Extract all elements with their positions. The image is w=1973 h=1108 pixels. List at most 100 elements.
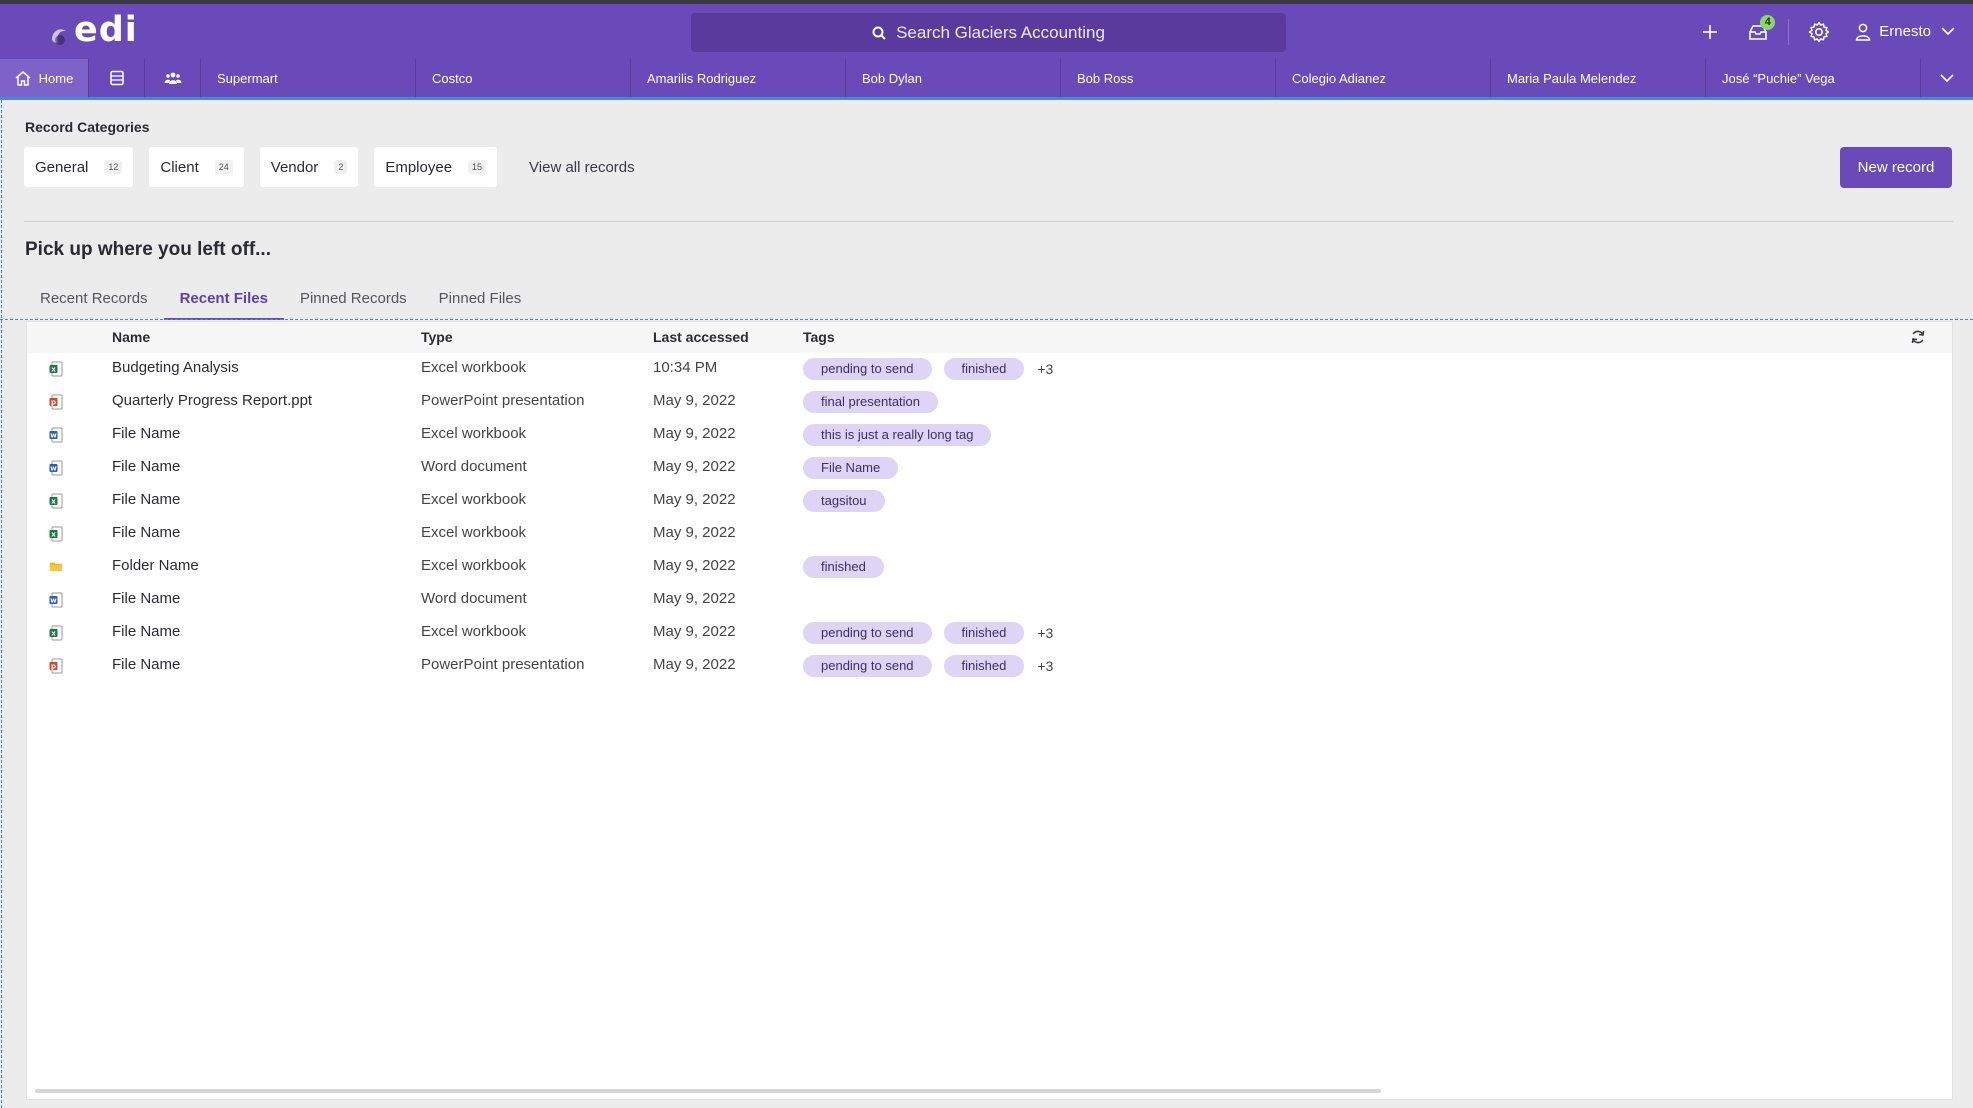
file-name[interactable]: File Name (112, 623, 180, 640)
last-accessed: May 9, 2022 (653, 524, 736, 541)
table-row[interactable]: x Budgeting Analysis Excel workbook 10:34 P… (27, 353, 1952, 386)
table-row[interactable]: p Quarterly Progress Report.ppt PowerPoint… (27, 386, 1952, 419)
tag-pill[interactable]: File Name (803, 457, 899, 479)
column-header-tags[interactable]: Tags (803, 329, 835, 345)
more-tags-count[interactable]: +3 (1037, 361, 1053, 377)
app-logo[interactable]: edi (48, 13, 138, 48)
nav-home-tab[interactable]: Home (0, 59, 88, 97)
nav-bar: Home Supermart Costco Amarilis Rodriguez… (0, 59, 1973, 100)
category-employee[interactable]: Employee 15 (374, 147, 498, 187)
file-type: Excel workbook (421, 425, 527, 442)
nav-more-button[interactable] (1920, 59, 1973, 97)
view-all-records-link[interactable]: View all records (529, 159, 635, 176)
tab-recent-records[interactable]: Recent Records (24, 285, 164, 320)
search-icon (872, 26, 886, 40)
record-tab-maria-paula-melendez[interactable]: Maria Paula Melendez (1490, 59, 1705, 97)
user-icon (1856, 23, 1871, 41)
record-tab-costco[interactable]: Costco (415, 59, 630, 97)
nav-records-tab[interactable] (88, 59, 144, 97)
file-type: PowerPoint presentation (421, 656, 585, 673)
new-record-button[interactable]: New record (1840, 147, 1952, 188)
recent-files-panel: Name Type Last accessed Tags x Budgeting … (26, 321, 1953, 1100)
file-name[interactable]: File Name (112, 458, 180, 475)
table-row[interactable]: Folder Name Excel workbook May 9, 2022 fini… (27, 551, 1952, 584)
word-file-icon: w (49, 592, 63, 608)
file-tags: pending to send finished +3 (803, 358, 1053, 380)
home-icon (15, 70, 31, 86)
file-name[interactable]: Quarterly Progress Report.ppt (112, 392, 312, 409)
file-tags: final presentation (803, 391, 950, 413)
tag-pill[interactable]: pending to send (803, 358, 932, 380)
tag-pill[interactable]: this is just a really long tag (803, 424, 992, 446)
excel-file-icon: x (49, 493, 63, 509)
record-tab-amarilis-rodriguez[interactable]: Amarilis Rodriguez (630, 59, 845, 97)
last-accessed: May 9, 2022 (653, 557, 736, 574)
category-label: General (35, 158, 89, 176)
file-name[interactable]: Folder Name (112, 557, 199, 574)
table-row[interactable]: w File Name Word document May 9, 2022 (27, 584, 1952, 617)
tag-pill[interactable]: finished (943, 358, 1025, 380)
category-vendor[interactable]: Vendor 2 (259, 147, 359, 187)
tab-pinned-records[interactable]: Pinned Records (284, 285, 423, 320)
word-file-icon: w (49, 427, 63, 443)
file-tags: this is just a really long tag (803, 424, 1003, 446)
category-label: Employee (385, 158, 453, 176)
record-tab-colegio-adianez[interactable]: Colegio Adianez (1275, 59, 1490, 97)
svg-text:p: p (51, 399, 56, 407)
column-header-last-accessed[interactable]: Last accessed (653, 329, 749, 345)
tag-pill[interactable]: finished (943, 622, 1025, 644)
user-menu[interactable]: Ernesto (1855, 23, 1955, 41)
top-actions: 4 Ernesto (1694, 4, 1973, 59)
table-row[interactable]: x File Name Excel workbook May 9, 2022 pendi… (27, 617, 1952, 650)
file-type: Word document (421, 458, 527, 475)
file-tags: tagsitou (803, 490, 897, 512)
tag-pill[interactable]: tagsitou (803, 490, 885, 512)
tab-pinned-files[interactable]: Pinned Files (423, 285, 538, 320)
record-tab-bob-dylan[interactable]: Bob Dylan (845, 59, 1060, 97)
column-header-name[interactable]: Name (112, 329, 150, 345)
file-name[interactable]: File Name (112, 491, 180, 508)
column-header-type[interactable]: Type (421, 329, 453, 345)
file-name[interactable]: Budgeting Analysis (112, 359, 239, 376)
nav-contacts-tab[interactable] (144, 59, 200, 97)
file-name[interactable]: File Name (112, 590, 180, 607)
table-row[interactable]: x File Name Excel workbook May 9, 2022 tagsi… (27, 485, 1952, 518)
more-tags-count[interactable]: +3 (1037, 625, 1053, 641)
pickup-title: Pick up where you left off... (25, 239, 271, 260)
refresh-icon[interactable] (1910, 329, 1926, 345)
nav-home-label: Home (38, 70, 74, 86)
add-button[interactable] (1694, 16, 1726, 48)
record-tab-bob-ross[interactable]: Bob Ross (1060, 59, 1275, 97)
svg-text:x: x (51, 366, 56, 374)
tag-pill[interactable]: finished (943, 655, 1025, 677)
file-name[interactable]: File Name (112, 524, 180, 541)
file-name[interactable]: File Name (112, 656, 180, 673)
table-row[interactable]: p File Name PowerPoint presentation May 9, … (27, 650, 1952, 683)
excel-file-icon: x (49, 361, 63, 377)
record-tab-jose-vega[interactable]: José “Puchie” Vega (1705, 59, 1920, 97)
file-type: Excel workbook (421, 557, 527, 574)
tag-pill[interactable]: pending to send (803, 622, 932, 644)
settings-button[interactable] (1803, 16, 1835, 48)
file-name[interactable]: File Name (112, 425, 180, 442)
category-general[interactable]: General 12 (24, 147, 134, 187)
table-row[interactable]: w File Name Word document May 9, 2022 File N… (27, 452, 1952, 485)
more-tags-count[interactable]: +3 (1037, 658, 1053, 674)
svg-text:x: x (51, 498, 56, 506)
records-icon (109, 70, 124, 86)
search-bar[interactable]: Search Glaciers Accounting (691, 13, 1286, 52)
table-row[interactable]: w File Name Excel workbook May 9, 2022 this … (27, 419, 1952, 452)
tag-pill[interactable]: pending to send (803, 655, 932, 677)
horizontal-scrollbar[interactable] (35, 1089, 1381, 1093)
table-row[interactable]: x File Name Excel workbook May 9, 2022 (27, 518, 1952, 551)
record-tab-supermart[interactable]: Supermart (200, 59, 415, 97)
tab-recent-files[interactable]: Recent Files (163, 285, 284, 320)
tag-pill[interactable]: final presentation (803, 391, 939, 413)
powerpoint-file-icon: p (49, 658, 63, 674)
inbox-button[interactable]: 4 (1742, 14, 1776, 48)
category-client[interactable]: Client 24 (149, 147, 244, 187)
svg-text:w: w (50, 465, 57, 473)
last-accessed: May 9, 2022 (653, 491, 736, 508)
tag-pill[interactable]: finished (803, 556, 884, 578)
notification-badge: 4 (1760, 14, 1776, 30)
